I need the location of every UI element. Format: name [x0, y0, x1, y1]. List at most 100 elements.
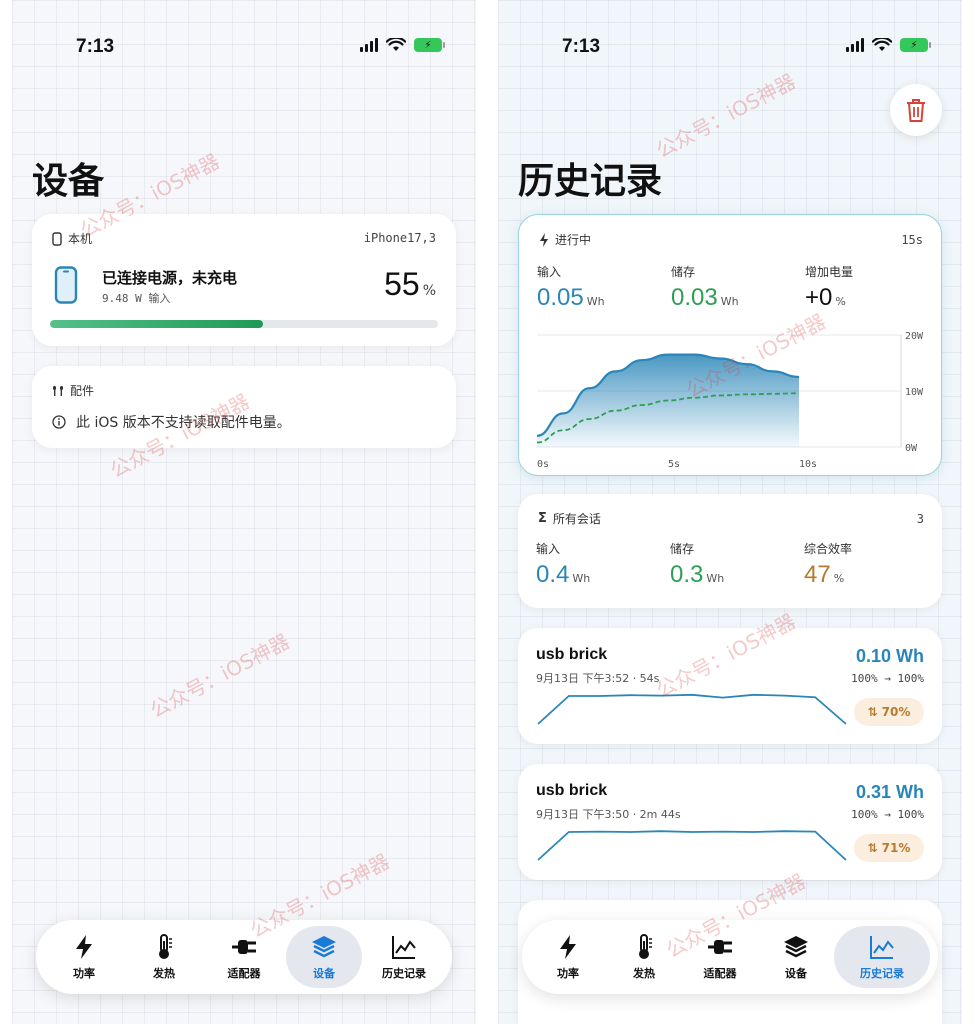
page-title: 设备: [32, 160, 105, 201]
total-stored-label: 储存: [670, 542, 695, 556]
session-row[interactable]: usb brick 9月13日 下午3:52 · 54s 0.10 Wh 100…: [518, 628, 942, 744]
accessory-label: 配件: [70, 384, 95, 398]
y-tick-label: 10W: [905, 387, 924, 398]
plug-icon: [708, 940, 732, 954]
all-sessions-label: 所有会话: [552, 512, 601, 526]
session-efficiency-badge: ⇅ 70%: [854, 698, 924, 726]
tab-device[interactable]: 设备: [286, 926, 362, 988]
device-label: 本机: [68, 232, 93, 246]
wifi-icon: [386, 38, 406, 51]
live-stored-label: 储存: [671, 265, 696, 279]
tab-history[interactable]: 历史记录: [366, 926, 442, 988]
x-tick-label: 5s: [668, 459, 680, 470]
cellular-signal-icon: [360, 38, 378, 52]
device-power: 9.48 W 输入: [102, 292, 171, 305]
live-input-stat: 输入 0.05 Wh: [537, 263, 605, 312]
tab-label: 适配器: [703, 967, 737, 980]
trash-icon: [907, 99, 925, 122]
tab-label: 功率: [73, 967, 95, 980]
live-input-unit: Wh: [586, 295, 605, 308]
session-name: usb brick: [536, 646, 608, 663]
y-tick-label: 20W: [905, 331, 924, 342]
tab-device[interactable]: 设备: [758, 926, 834, 988]
tab-power[interactable]: 功率: [530, 926, 606, 988]
efficiency-icon: ⇅: [867, 841, 878, 855]
tab-label: 发热: [153, 967, 175, 980]
session-sparkline: [537, 693, 847, 725]
thermometer-icon: [159, 934, 172, 959]
chart-icon: [392, 936, 416, 959]
session-meta: 9月13日 下午3:52 · 54s: [536, 672, 660, 685]
tab-bar: 功率 发热 适配器 设备 历史记录: [522, 920, 938, 994]
battery-charging-icon: ⚡: [900, 38, 931, 52]
phone-outline-icon: [52, 231, 62, 246]
thermometer-icon: [639, 934, 652, 959]
session-efficiency-badge: ⇅ 71%: [854, 834, 924, 862]
device-model: iPhone17,3: [363, 231, 436, 245]
plug-icon: [232, 940, 256, 954]
battery-percent: 55: [384, 266, 420, 302]
total-input-value: 0.4: [536, 561, 570, 588]
session-energy: 0.10 Wh: [855, 646, 924, 666]
tab-label: 设备: [785, 967, 807, 980]
layers-icon: [784, 936, 808, 958]
live-session-label: 进行中: [555, 233, 592, 247]
live-session-card: 进行中 15s 输入 0.05 Wh 储存 0.03 Wh 增加电量 +0% 0…: [518, 214, 942, 476]
tab-bar: 功率 发热 适配器 设备 历史记录: [36, 920, 452, 994]
history-screen: 7:13 ⚡ 历史记录 进行中 15s 输入 0.05 Wh 储存 0.03 Wh …: [498, 0, 962, 1024]
session-sparkline: [537, 830, 847, 861]
tab-label: 历史记录: [382, 967, 426, 980]
status-time: 7:13: [76, 36, 115, 57]
tab-adapter[interactable]: 适配器: [206, 926, 282, 988]
live-session-header: 进行中: [539, 231, 591, 248]
page-title: 历史记录: [518, 160, 663, 201]
tab-heat[interactable]: 发热: [126, 926, 202, 988]
tab-label: 历史记录: [860, 967, 904, 980]
battery-level-track: [50, 320, 438, 328]
session-efficiency: 71%: [881, 841, 911, 855]
info-circle-icon: [52, 415, 66, 429]
session-name: usb brick: [536, 782, 608, 799]
session-row[interactable]: usb brick 9月13日 下午3:50 · 2m 44s 0.31 Wh …: [518, 764, 942, 880]
bolt-icon: [76, 935, 92, 959]
wifi-icon: [872, 38, 892, 51]
y-tick-label: 0W: [905, 443, 918, 454]
tab-power[interactable]: 功率: [46, 926, 122, 988]
tab-history[interactable]: 历史记录: [834, 926, 930, 988]
x-tick-label: 0s: [537, 459, 549, 470]
live-input-value: 0.05: [537, 284, 584, 311]
live-input-label: 输入: [537, 265, 562, 279]
battery-level-fill: [50, 320, 264, 328]
accessory-message-row: 此 iOS 版本不支持读取配件电量。: [52, 412, 291, 432]
live-added-label: 增加电量: [805, 265, 854, 279]
tab-label: 适配器: [227, 967, 261, 980]
battery-percent-group: 55 %: [384, 266, 436, 303]
tab-label: 功率: [557, 967, 579, 980]
device-screen: 7:13 ⚡ 设备 本机 iPhone17,3 已连接电源，未充电 9.48 W…: [12, 0, 476, 1024]
live-added-value: +0: [805, 284, 833, 311]
watermark: 公众号：iOS神器: [652, 69, 800, 163]
status-icons: ⚡: [360, 38, 445, 52]
watermark: 公众号：iOS神器: [146, 629, 294, 723]
live-power-chart: 0s 5s 10s 20W 10W 0W: [536, 331, 924, 470]
total-efficiency-unit: %: [833, 572, 845, 585]
sigma-icon: Σ: [538, 511, 547, 526]
cellular-signal-icon: [846, 38, 864, 52]
session-battery-range: 100% → 100%: [851, 672, 924, 685]
accessory-card: 配件 此 iOS 版本不支持读取配件电量。: [32, 366, 456, 448]
x-tick-label: 10s: [799, 459, 817, 470]
session-battery-range: 100% → 100%: [851, 808, 924, 821]
tab-adapter[interactable]: 适配器: [682, 926, 758, 988]
total-stored-value: 0.3: [670, 561, 704, 588]
total-input-stat: 输入 0.4 Wh: [536, 540, 590, 589]
battery-percent-unit: %: [422, 283, 436, 299]
live-stored-stat: 储存 0.03 Wh: [671, 263, 739, 312]
total-input-unit: Wh: [572, 572, 591, 585]
tab-label: 设备: [313, 967, 335, 980]
live-stored-value: 0.03: [671, 284, 718, 311]
live-session-duration: 15s: [901, 233, 923, 247]
efficiency-icon: ⇅: [867, 705, 878, 719]
accessory-card-header: 配件: [52, 382, 94, 399]
delete-history-button[interactable]: [890, 84, 942, 136]
tab-heat[interactable]: 发热: [606, 926, 682, 988]
